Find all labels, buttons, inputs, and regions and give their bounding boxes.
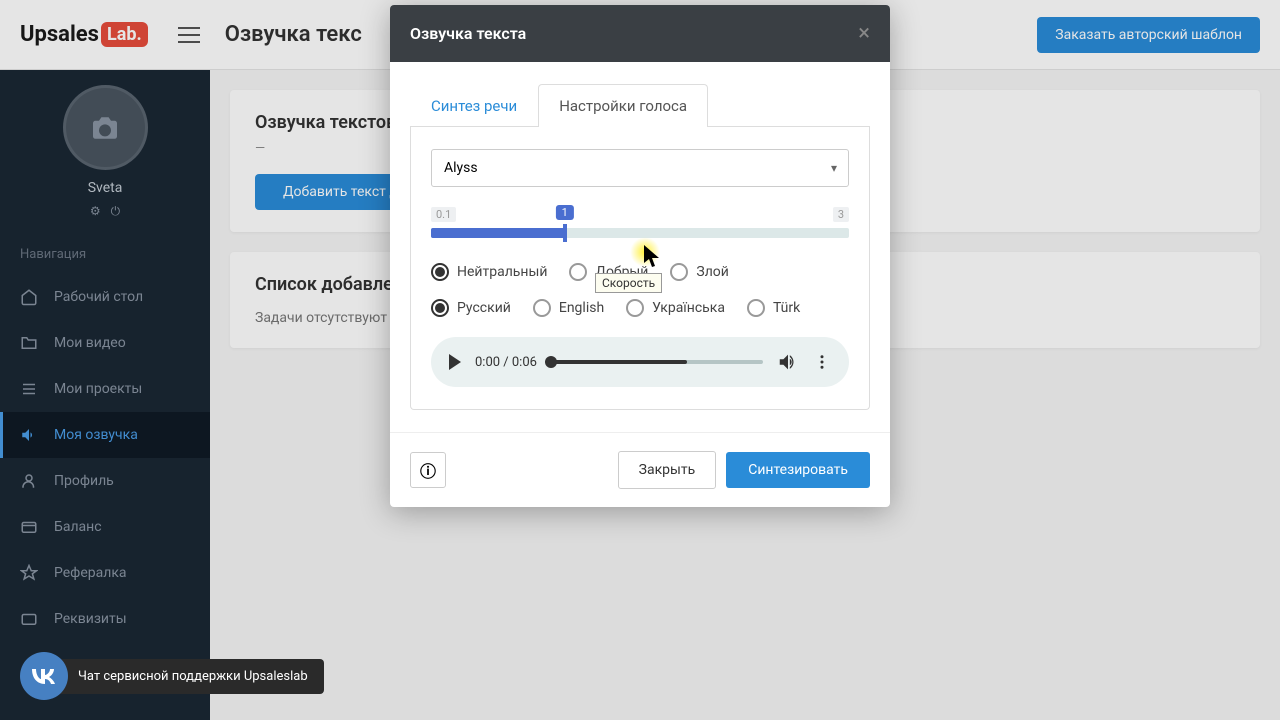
slider-value: 1 [556,205,574,220]
radio-label: Русский [457,300,511,316]
radio-label: Нейтральный [457,264,547,280]
speed-slider[interactable]: 0.1 3 1 [431,207,849,238]
radio-en[interactable]: English [533,299,604,317]
lang-radios: Русский English Українська Türk [431,299,849,317]
radio-neutral[interactable]: Нейтральный [431,263,547,281]
play-button[interactable] [449,354,461,370]
radio-tr[interactable]: Türk [747,299,800,317]
modal-header: Озвучка текста × [390,5,890,62]
radio-angry[interactable]: Злой [670,263,728,281]
audio-time: 0:00 / 0:06 [475,355,537,370]
tab-synthesis[interactable]: Синтез речи [410,84,538,127]
radio-label: Злой [696,264,728,280]
modal-footer: ⓘ Закрыть Синтезировать [390,432,890,507]
chat-widget[interactable]: Чат сервисной поддержки Upsaleslab [20,652,324,700]
tab-panel: Alyss 0.1 3 1 Нейтральный Добрый Злой [410,127,870,410]
voice-select[interactable]: Alyss [431,149,849,187]
radio-label: Türk [773,300,800,316]
radio-ru[interactable]: Русский [431,299,511,317]
close-icon[interactable]: × [858,21,870,46]
radio-label: Українська [652,300,725,316]
speed-tooltip: Скорость [595,273,662,293]
slider-handle[interactable] [563,224,567,242]
synthesize-button[interactable]: Синтезировать [726,452,870,488]
audio-seek[interactable] [551,360,763,364]
menu-dots-icon[interactable] [813,353,831,371]
vk-icon[interactable] [20,652,68,700]
audio-player: 0:00 / 0:06 [431,337,849,387]
voice-modal: Озвучка текста × Синтез речи Настройки г… [390,5,890,507]
slider-max: 3 [833,207,849,222]
chat-label: Чат сервисной поддержки Upsaleslab [48,659,324,694]
tabs: Синтез речи Настройки голоса [410,84,870,127]
volume-icon[interactable] [777,351,799,373]
voice-select-wrap: Alyss [431,149,849,187]
modal-body: Синтез речи Настройки голоса Alyss 0.1 3… [390,62,890,432]
close-button[interactable]: Закрыть [618,451,717,489]
slider-min: 0.1 [431,207,456,222]
info-button[interactable]: ⓘ [410,452,446,488]
modal-title: Озвучка текста [410,24,526,43]
tab-voice-settings[interactable]: Настройки голоса [538,84,708,127]
slider-track[interactable] [431,228,849,238]
radio-label: English [559,300,604,316]
radio-ua[interactable]: Українська [626,299,725,317]
